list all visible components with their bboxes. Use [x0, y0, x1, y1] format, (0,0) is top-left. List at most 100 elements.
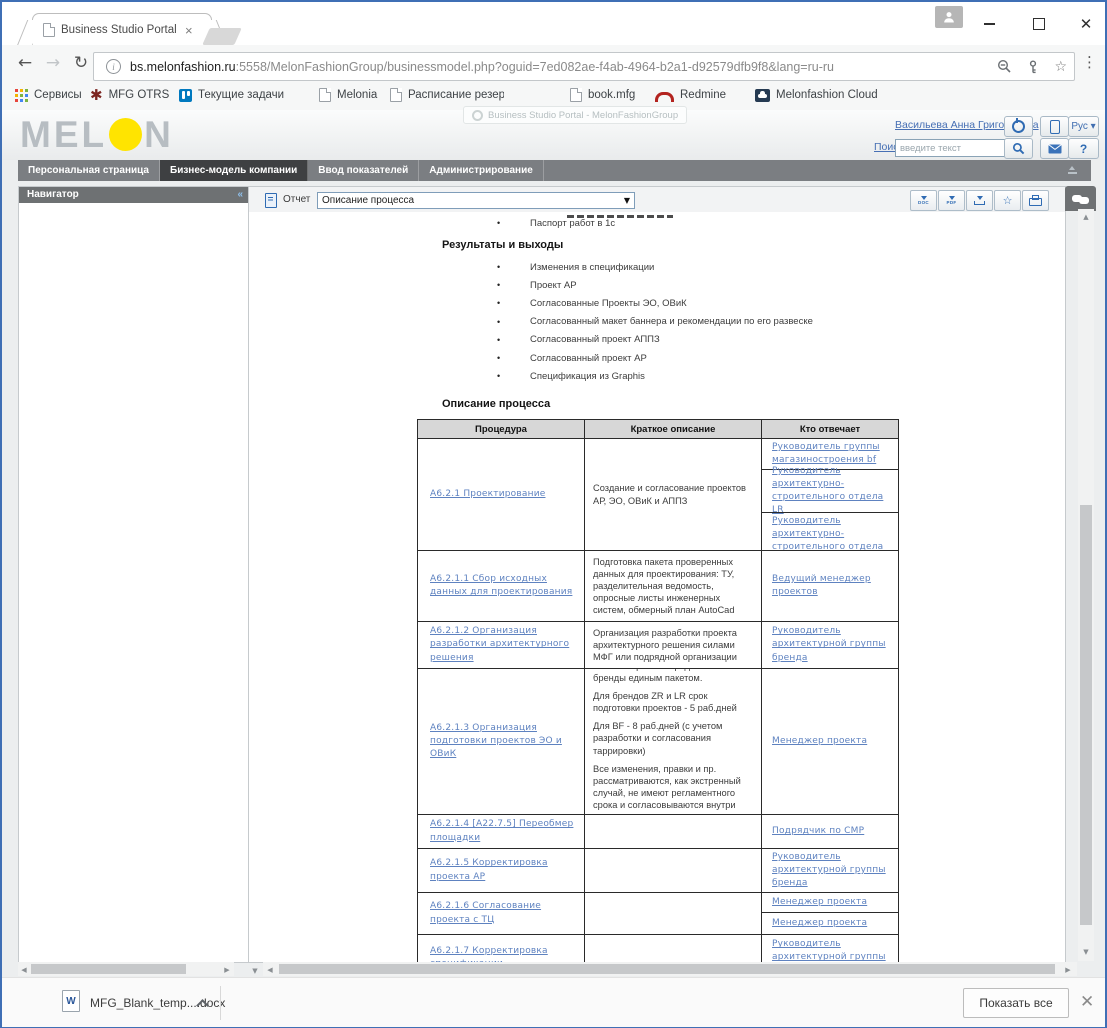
page-info-icon[interactable]: i	[106, 59, 121, 74]
search-input[interactable]	[895, 139, 1009, 157]
chevron-down-icon: ▼	[624, 196, 630, 205]
collapse-sidebar-icon[interactable]: «	[237, 187, 243, 203]
tab-close-icon[interactable]: ×	[185, 24, 193, 37]
nav-tab-indicators[interactable]: Ввод показателей	[308, 160, 419, 181]
responsible-link[interactable]: Руководитель архитектурной группы бренда	[772, 851, 894, 890]
power-icon	[1012, 120, 1025, 133]
responsible-link[interactable]: Руководитель группы магазиностроения bf	[772, 441, 894, 467]
sidebar-hscroll-thumb[interactable]	[31, 964, 186, 974]
scroll-top-icon[interactable]	[1068, 166, 1077, 175]
procedure-link[interactable]: A6.2.1 Проектирование	[430, 488, 545, 501]
star-icon: ☆	[1003, 195, 1013, 206]
export-pdf-button[interactable]: PDF	[938, 190, 965, 211]
scroll-left-icon[interactable]: ◀	[264, 966, 276, 974]
procedure-link[interactable]: A6.2.1.1 Сбор исходных данных для проект…	[430, 573, 578, 599]
search-button[interactable]	[1004, 138, 1033, 159]
portal-nav-bar: Персональная страница Бизнес-модель комп…	[18, 160, 1091, 181]
responsible-link[interactable]: Менеджер проекта	[772, 917, 867, 930]
nav-tab-business-model[interactable]: Бизнес-модель компании	[160, 160, 308, 181]
zoom-icon[interactable]	[997, 59, 1012, 74]
table-header-row: Процедура Краткое описание Кто отвечает	[418, 420, 898, 438]
report-select[interactable]: Описание процесса ▼	[317, 192, 635, 209]
mobile-version-button[interactable]	[1040, 116, 1069, 137]
bookmark-melonia[interactable]: Melonia	[319, 85, 377, 105]
bookmark-star-icon[interactable]: ☆	[1054, 59, 1067, 75]
table-row: A6.2.1.1 Сбор исходных данных для проект…	[418, 550, 898, 621]
new-tab-button[interactable]	[202, 28, 242, 45]
report-toolbar: Отчет Описание процесса ▼ DOC PDF ☆	[249, 187, 1065, 213]
bookmark-schedule[interactable]: Расписание резервиров	[390, 85, 504, 105]
window-maximize-button[interactable]	[1024, 12, 1054, 36]
password-key-icon[interactable]	[1026, 60, 1040, 74]
procedure-link[interactable]: A6.2.1.3 Организация подготовки проектов…	[430, 722, 578, 761]
nav-tab-administration[interactable]: Администрирование	[419, 160, 544, 181]
close-downloads-icon[interactable]: ✕	[1080, 992, 1094, 1012]
procedure-link[interactable]: A6.2.1.4 [A22.7.5] Переобмер площадки	[430, 818, 578, 844]
mail-button[interactable]	[1040, 138, 1069, 159]
asterisk-icon: ✱	[90, 89, 103, 102]
printer-icon	[1029, 198, 1042, 206]
responsible-link[interactable]: Менеджер проекта	[772, 896, 867, 909]
scroll-right-icon[interactable]: ▶	[221, 966, 233, 974]
list-item: Проект АР	[497, 276, 813, 294]
bookmark-mfg-otrs[interactable]: ✱ MFG OTRS	[90, 85, 169, 105]
responsible-link[interactable]: Подрядчик по СМР	[772, 825, 864, 838]
apps-grid-icon	[15, 89, 28, 102]
favorite-report-button[interactable]: ☆	[994, 190, 1021, 211]
url-text: bs.melonfashion.ru:5558/MelonFashionGrou…	[130, 60, 990, 74]
report-doc-icon	[265, 193, 277, 208]
procedure-link[interactable]: A6.2.1.5 Корректировка проекта АР	[430, 857, 578, 883]
help-button[interactable]: ?	[1068, 138, 1099, 159]
bookmark-redmine[interactable]: Redmine	[655, 85, 726, 105]
scroll-down-icon[interactable]: ▼	[248, 967, 262, 975]
procedure-link[interactable]: A6.2.1.2 Организация разработки архитект…	[430, 625, 578, 664]
procedure-link[interactable]: A6.2.1.7 Корректировка спецификации	[430, 945, 578, 962]
window-minimize-button[interactable]	[974, 12, 1004, 36]
address-bar[interactable]: i bs.melonfashion.ru:5558/MelonFashionGr…	[93, 52, 1075, 81]
responsible-link[interactable]: Ведущий менеджер проектов	[772, 573, 894, 599]
bookmark-book-mfg[interactable]: book.mfg	[570, 85, 635, 105]
bookmark-tasks-trello[interactable]: Текущие задачи | Trel	[179, 85, 288, 105]
cloud-icon	[755, 89, 770, 102]
responsible-link[interactable]: Руководитель архитектурной группы бренда	[772, 625, 894, 664]
report-panel: Отчет Описание процесса ▼ DOC PDF ☆ Пасп…	[248, 186, 1066, 963]
description-text: Готовые проекты предоставляются в бренды…	[593, 669, 753, 684]
downloads-bar: W MFG_Blank_temp....docx Показать все ✕	[2, 977, 1105, 1027]
bookmark-melonfashion-cloud[interactable]: Melonfashion Cloud	[755, 85, 878, 105]
main-vscroll-thumb[interactable]	[1080, 505, 1092, 925]
show-all-downloads-button[interactable]: Показать все	[963, 988, 1069, 1018]
envelope-icon	[1048, 144, 1062, 154]
back-button[interactable]: ←	[12, 53, 38, 73]
responsible-link[interactable]: Руководитель архитектурно-строительного …	[772, 465, 894, 517]
process-table: Процедура Краткое описание Кто отвечает …	[417, 419, 899, 962]
bookmark-services[interactable]: Сервисы	[15, 85, 82, 105]
scroll-right-icon[interactable]: ▶	[1062, 966, 1074, 974]
responsible-link[interactable]: Руководитель архитектурной группы бренда	[772, 938, 894, 962]
description-text: Создание и согласование проектов АР, ЭО,…	[593, 482, 753, 506]
list-item: Паспорт работ в 1с	[497, 214, 615, 232]
responsible-link[interactable]: Руководитель архитектурно-строительного …	[772, 515, 894, 550]
logout-button[interactable]	[1004, 116, 1033, 137]
export-doc-button[interactable]: DOC	[910, 190, 937, 211]
print-report-button[interactable]	[1022, 190, 1049, 211]
description-text: Все изменения, правки и пр. рассматриваю…	[593, 763, 753, 814]
procedure-link[interactable]: A6.2.1.6 Согласование проекта с ТЦ	[430, 900, 578, 926]
profile-avatar-button[interactable]	[935, 6, 963, 28]
portal-tooltip: Business Studio Portal - MelonFashionGro…	[463, 106, 687, 124]
comments-button[interactable]	[1065, 186, 1096, 211]
forward-button[interactable]: →	[40, 53, 66, 73]
responsible-link[interactable]: Менеджер проекта	[772, 735, 867, 748]
main-hscroll-thumb[interactable]	[279, 964, 1055, 974]
nav-tab-personal-page[interactable]: Персональная страница	[18, 160, 160, 181]
window-close-button[interactable]: ✕	[1071, 12, 1101, 36]
table-row: A6.2.1 Проектирование Создание и согласо…	[418, 438, 898, 550]
browser-menu-icon[interactable]: ⋮	[1082, 53, 1097, 71]
list-item: Согласованный проект АППЗ	[497, 331, 813, 349]
scroll-left-icon[interactable]: ◀	[18, 966, 30, 974]
language-button[interactable]: Рус ▾	[1068, 116, 1099, 137]
scroll-up-icon[interactable]: ▲	[1078, 213, 1094, 221]
reload-button[interactable]: ↻	[68, 53, 94, 73]
browser-tab[interactable]: Business Studio Portal A6 ×	[32, 13, 212, 46]
scroll-down-icon[interactable]: ▼	[1078, 948, 1094, 956]
save-report-button[interactable]	[966, 190, 993, 211]
